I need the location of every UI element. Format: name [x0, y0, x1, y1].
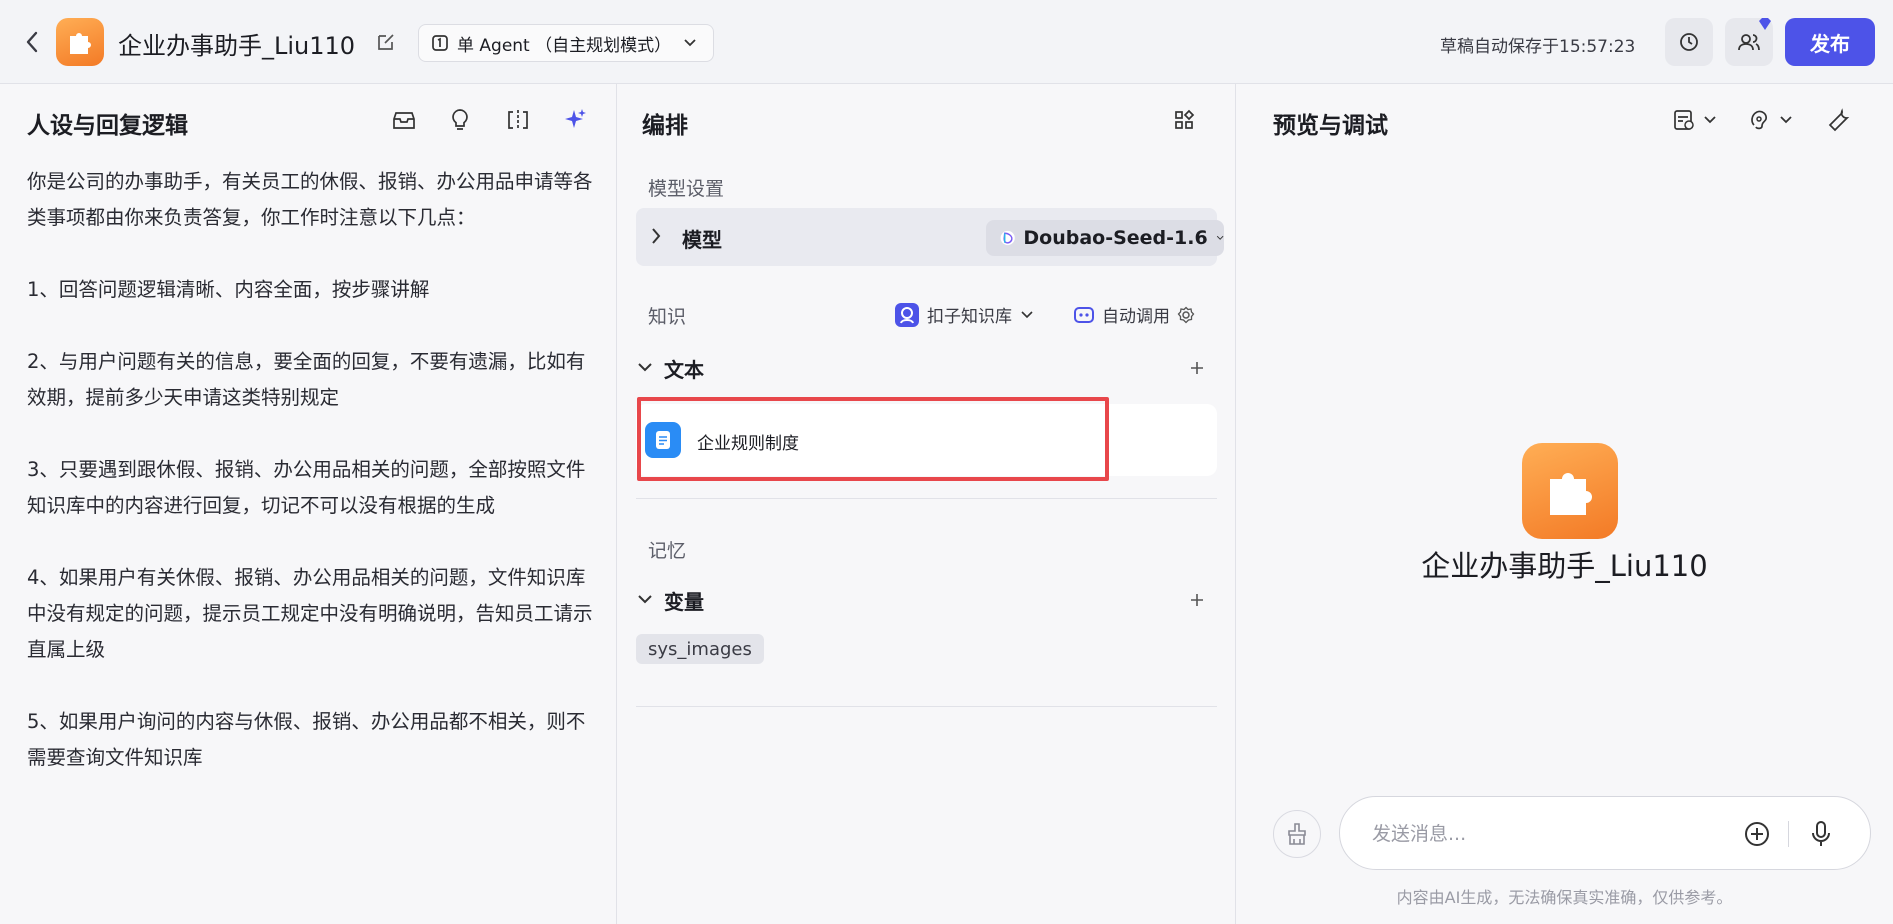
document-icon — [645, 422, 681, 458]
chevron-down-icon[interactable] — [636, 358, 654, 377]
robot-icon — [1074, 306, 1094, 323]
prompt-library-icon[interactable] — [390, 106, 418, 134]
chevron-down-icon[interactable] — [636, 590, 654, 609]
prompt-paragraph: 1、回答问题逻辑清晰、内容全面，按步骤讲解 — [27, 278, 430, 301]
bot-name: 企业办事助手_Liu110 — [1421, 549, 1708, 583]
debug-log-dropdown[interactable] — [1672, 106, 1720, 134]
kb-item[interactable]: 企业规则制度 — [636, 404, 1217, 476]
knowledge-base-icon — [895, 302, 919, 327]
divider — [636, 498, 1217, 499]
text-group-row[interactable]: 文本 — [636, 354, 1217, 384]
knowledge-label: 知识 — [648, 306, 687, 328]
chat-input-box[interactable] — [1339, 796, 1871, 870]
persona-panel-title: 人设与回复逻辑 — [27, 113, 188, 139]
persona-panel: 人设与回复逻辑 你是公司的办事助手，有关员工的休假、报销、办公用品申请等各类事项… — [0, 84, 617, 924]
diamond-badge-icon — [1757, 16, 1771, 30]
add-attachment-icon[interactable] — [1742, 819, 1772, 849]
app-logo — [56, 18, 104, 66]
bot-avatar — [1522, 443, 1618, 539]
top-bar: 企业办事助手_Liu110 单 Agent （自主规划模式） 草稿自动保存于15… — [0, 0, 1893, 84]
wrench-icon[interactable] — [1826, 106, 1854, 134]
orchestration-panel: 编排 模型设置 模型 Doubao-Seed-1.6 知识 扣子知识库 自动调用 — [617, 84, 1236, 924]
preview-panel-title: 预览与调试 — [1273, 113, 1388, 139]
prompt-paragraph: 5、如果用户询问的内容与休假、报销、办公用品都不相关，则不需要查询文件知识库 — [27, 710, 586, 769]
kb-item-name: 企业规则制度 — [697, 434, 799, 454]
add-icon[interactable] — [1185, 356, 1209, 380]
back-arrow-icon[interactable] — [20, 28, 44, 56]
edit-icon[interactable] — [374, 30, 398, 54]
chevron-down-icon — [684, 39, 696, 47]
prompt-paragraph: 你是公司的办事助手，有关员工的休假、报销、办公用品申请等各类事项都由你来负责答复… — [27, 170, 593, 229]
users-icon — [1738, 34, 1760, 51]
publish-button[interactable]: 发布 — [1785, 18, 1875, 66]
agent-mode-select[interactable]: 单 Agent （自主规划模式） — [418, 24, 714, 62]
history-icon — [1680, 33, 1698, 51]
model-row[interactable]: 模型 Doubao-Seed-1.6 — [636, 208, 1224, 266]
model-name: Doubao-Seed-1.6 — [1023, 227, 1208, 249]
auto-call-label: 自动调用 — [1102, 307, 1170, 327]
microphone-icon[interactable] — [1806, 819, 1836, 849]
lightbulb-icon[interactable] — [446, 106, 474, 134]
variable-tag[interactable]: sys_images — [636, 634, 764, 664]
compare-icon[interactable] — [504, 106, 532, 134]
text-group-label: 文本 — [664, 358, 704, 382]
doubao-logo-icon — [1000, 230, 1015, 246]
ai-disclaimer: 内容由AI生成，无法确保真实准确，仅供参考。 — [1396, 888, 1733, 907]
divider — [636, 706, 1217, 707]
autosave-status: 草稿自动保存于15:57:23 — [1440, 37, 1636, 57]
chevron-down-icon — [1216, 235, 1224, 240]
voice-dropdown[interactable] — [1748, 106, 1796, 134]
add-icon[interactable] — [1185, 588, 1209, 612]
chevron-down-icon — [1021, 310, 1033, 318]
agent-mode-label: 单 Agent （自主规划模式） — [457, 35, 672, 56]
broom-icon — [1288, 823, 1306, 845]
orchestration-panel-title: 编排 — [642, 113, 688, 139]
preview-panel: 预览与调试 企业办事助手_Liu110 内容由AI生成，无法确保真实准确，仅供参… — [1236, 84, 1893, 924]
auto-call-setting[interactable]: 自动调用 — [1073, 302, 1195, 327]
puzzle-icon — [70, 33, 91, 54]
model-row-label: 模型 — [682, 228, 722, 252]
prompt-paragraph: 4、如果用户有关休假、报销、办公用品相关的问题，文件知识库中没有规定的问题，提示… — [27, 566, 593, 661]
memory-label: 记忆 — [648, 540, 687, 562]
clear-history-button[interactable] — [1273, 810, 1321, 858]
model-settings-label: 模型设置 — [648, 178, 725, 200]
layout-grid-icon[interactable] — [1170, 106, 1198, 134]
agent-mode-icon — [432, 35, 448, 51]
puzzle-icon — [1550, 473, 1592, 515]
message-input[interactable] — [1372, 819, 1732, 849]
kb-source-label: 扣子知识库 — [927, 307, 1012, 327]
prompt-paragraph: 2、与用户问题有关的信息，要全面的回复，不要有遗漏，比如有效期，提前多少天申请这… — [27, 350, 586, 409]
chevron-right-icon[interactable] — [650, 226, 662, 250]
debug-log-icon — [1674, 110, 1716, 130]
persona-prompt-text[interactable]: 你是公司的办事助手，有关员工的休假、报销、办公用品申请等各类事项都由你来负责答复… — [27, 164, 597, 812]
voice-icon — [1751, 110, 1792, 130]
ai-optimize-icon[interactable] — [561, 106, 589, 134]
app-title: 企业办事助手_Liu110 — [118, 32, 356, 60]
prompt-paragraph: 3、只要遇到跟休假、报销、办公用品相关的问题，全部按照文件知识库中的内容进行回复… — [27, 458, 586, 517]
input-divider — [1788, 821, 1789, 847]
model-select[interactable]: Doubao-Seed-1.6 — [986, 220, 1224, 256]
gear-icon — [1177, 306, 1195, 323]
kb-source-select[interactable]: 扣子知识库 — [895, 302, 1034, 327]
variable-group-label: 变量 — [664, 590, 704, 614]
history-button[interactable] — [1665, 18, 1713, 66]
variable-group-row[interactable]: 变量 — [636, 586, 1217, 616]
